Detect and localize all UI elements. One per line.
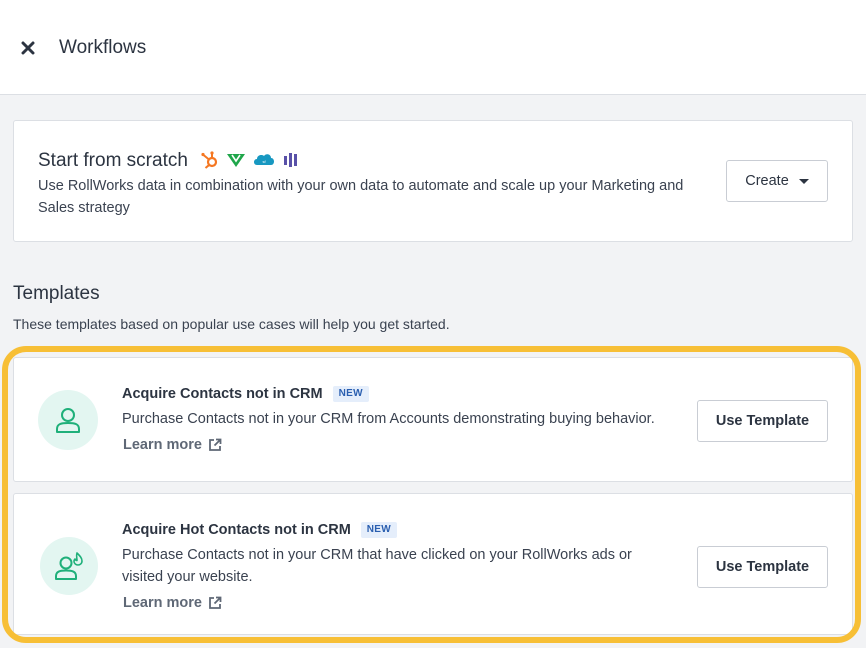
learn-more-link[interactable]: Learn more [123, 435, 222, 455]
outreach-icon [284, 153, 297, 167]
marketo-icon [227, 154, 245, 167]
template-card-acquire-contacts: Acquire Contacts not in CRM NEW Purchase … [13, 357, 853, 482]
external-link-icon [209, 596, 222, 609]
close-button[interactable] [16, 36, 40, 60]
template-title-text: Acquire Contacts not in CRM [122, 386, 323, 402]
caret-down-icon [798, 179, 809, 184]
hot-person-icon [55, 552, 83, 580]
integration-icons: sf [200, 149, 300, 171]
templates-subtitle: These templates based on popular use cas… [13, 316, 450, 332]
templates-heading: Templates [13, 283, 100, 304]
create-label: Create [745, 173, 789, 189]
new-badge: NEW [360, 522, 398, 538]
create-dropdown-button[interactable]: Create [726, 160, 828, 202]
template-title: Acquire Hot Contacts not in CRM NEW [122, 520, 398, 540]
top-header: Workflows [0, 0, 866, 95]
template-avatar [40, 537, 98, 595]
external-link-icon [209, 438, 222, 451]
scratch-title: Start from scratch [38, 150, 188, 171]
page-title: Workflows [59, 37, 147, 58]
close-icon [21, 41, 35, 55]
learn-more-label: Learn more [123, 437, 202, 453]
new-badge: NEW [332, 386, 369, 402]
learn-more-link[interactable]: Learn more [123, 593, 222, 613]
salesforce-icon: sf [254, 154, 274, 165]
template-avatar [38, 390, 98, 450]
template-description: Purchase Contacts not in your CRM from A… [122, 411, 655, 427]
scratch-description: Use RollWorks data in combination with y… [38, 178, 684, 216]
person-icon [56, 408, 80, 433]
start-from-scratch-card: Start from scratch sf Use RollWorks data… [13, 120, 853, 242]
template-title-text: Acquire Hot Contacts not in CRM [122, 522, 351, 538]
use-template-button[interactable]: Use Template [697, 400, 828, 442]
use-template-button[interactable]: Use Template [697, 546, 828, 588]
template-card-acquire-hot-contacts: Acquire Hot Contacts not in CRM NEW Purch… [13, 493, 853, 635]
template-description: Purchase Contacts not in your CRM that h… [122, 547, 632, 585]
template-title: Acquire Contacts not in CRM NEW [122, 384, 369, 404]
learn-more-label: Learn more [123, 595, 202, 611]
hubspot-icon [201, 151, 218, 169]
